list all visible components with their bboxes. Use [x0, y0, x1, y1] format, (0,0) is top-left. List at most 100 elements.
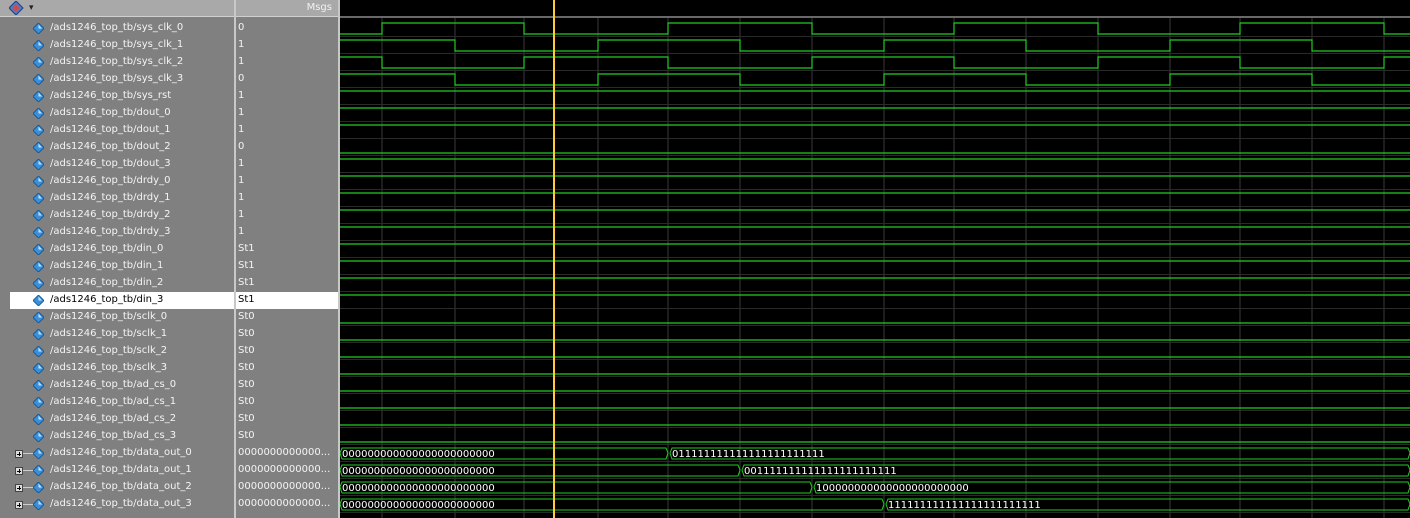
signal-name: /ads1246_top_tb/sclk_3	[50, 362, 168, 373]
wave-menu-icon[interactable]	[9, 1, 24, 15]
signal-row[interactable]: /ads1246_top_tb/drdy_2 1	[0, 207, 338, 224]
signal-row[interactable]: /ads1246_top_tb/din_3 St1	[0, 292, 338, 309]
signal-row[interactable]: /ads1246_top_tb/drdy_3 1	[0, 224, 338, 241]
signal-row[interactable]: /ads1246_top_tb/data_out_3 0000000000000.…	[0, 496, 338, 513]
signal-name: /ads1246_top_tb/dout_0	[50, 107, 171, 118]
clock-waveform	[340, 73, 1410, 86]
signal-value: 0	[238, 73, 245, 84]
signal-value: 1	[238, 158, 245, 169]
signal-diamond-icon	[33, 57, 44, 68]
signal-row[interactable]: /ads1246_top_tb/din_0 St1	[0, 241, 338, 258]
signal-diamond-icon	[33, 125, 44, 136]
signal-diamond-icon	[33, 244, 44, 255]
signal-name: /ads1246_top_tb/sys_clk_0	[50, 22, 184, 33]
signal-name: /ads1246_top_tb/sclk_2	[50, 345, 168, 356]
values-header-title: Msgs	[306, 2, 332, 13]
signal-row[interactable]: /ads1246_top_tb/ad_cs_1 St0	[0, 394, 338, 411]
signal-row[interactable]: /ads1246_top_tb/din_1 St1	[0, 258, 338, 275]
signal-value: St1	[238, 243, 255, 254]
signal-value: St0	[238, 413, 255, 424]
signal-value: St1	[238, 260, 255, 271]
signal-row[interactable]: /ads1246_top_tb/sclk_2 St0	[0, 343, 338, 360]
signal-row[interactable]: /ads1246_top_tb/sys_clk_2 1	[0, 54, 338, 71]
signal-value: St0	[238, 396, 255, 407]
signal-diamond-icon	[33, 193, 44, 204]
chevron-down-icon[interactable]: ▾	[29, 3, 34, 13]
signal-diamond-icon	[33, 23, 44, 34]
signal-row[interactable]: /ads1246_top_tb/sys_rst 1	[0, 88, 338, 105]
signal-row[interactable]: /ads1246_top_tb/data_out_0 0000000000000.…	[0, 445, 338, 462]
signal-row[interactable]: /ads1246_top_tb/dout_2 0	[0, 139, 338, 156]
signal-value: 1	[238, 209, 245, 220]
signal-diamond-icon	[33, 465, 44, 476]
signal-diamond-icon	[33, 40, 44, 51]
signal-value: 1	[238, 175, 245, 186]
bus-value-text: 011111111111111111111111	[672, 449, 825, 460]
signal-diamond-icon	[33, 363, 44, 374]
bus-segment: 111111111111111111111111	[885, 498, 1410, 511]
expand-icon[interactable]	[15, 484, 23, 492]
signal-row[interactable]: /ads1246_top_tb/dout_3 1	[0, 156, 338, 173]
signal-value: St1	[238, 294, 255, 305]
signal-name: /ads1246_top_tb/ad_cs_2	[50, 413, 177, 424]
signal-value: 0000000000000...	[238, 464, 331, 475]
signal-row[interactable]: /ads1246_top_tb/sys_clk_0 0	[0, 20, 338, 37]
signal-value: 1	[238, 192, 245, 203]
expand-icon[interactable]	[15, 450, 23, 458]
bus-segment: 100000000000000000000000	[813, 481, 1410, 494]
signal-diamond-icon	[33, 482, 44, 493]
signal-row[interactable]: /ads1246_top_tb/ad_cs_3 St0	[0, 428, 338, 445]
signal-row[interactable]: /ads1246_top_tb/sys_clk_1 1	[0, 37, 338, 54]
signal-row[interactable]: /ads1246_top_tb/sclk_3 St0	[0, 360, 338, 377]
signal-name: /ads1246_top_tb/dout_3	[50, 158, 171, 169]
signal-row[interactable]: /ads1246_top_tb/ad_cs_0 St0	[0, 377, 338, 394]
signal-row[interactable]: /ads1246_top_tb/drdy_0 1	[0, 173, 338, 190]
signal-diamond-icon	[33, 142, 44, 153]
signal-row[interactable]: /ads1246_top_tb/dout_0 1	[0, 105, 338, 122]
signal-name: /ads1246_top_tb/sclk_1	[50, 328, 168, 339]
signal-diamond-icon	[33, 329, 44, 340]
signal-diamond-icon	[33, 227, 44, 238]
signal-row[interactable]: /ads1246_top_tb/din_2 St1	[0, 275, 338, 292]
signal-row[interactable]: /ads1246_top_tb/sclk_0 St0	[0, 309, 338, 326]
signal-row[interactable]: /ads1246_top_tb/data_out_1 0000000000000.…	[0, 462, 338, 479]
signal-value: 1	[238, 56, 245, 67]
expand-icon[interactable]	[15, 467, 23, 475]
signal-name: /ads1246_top_tb/drdy_1	[50, 192, 171, 203]
clock-waveform	[340, 22, 1410, 35]
bus-value-text: 111111111111111111111111	[888, 500, 1041, 511]
signal-name: /ads1246_top_tb/ad_cs_0	[50, 379, 177, 390]
signal-row[interactable]: /ads1246_top_tb/data_out_2 0000000000000.…	[0, 479, 338, 496]
signal-row[interactable]: /ads1246_top_tb/ad_cs_2 St0	[0, 411, 338, 428]
signal-diamond-icon	[33, 295, 44, 306]
signal-row[interactable]: /ads1246_top_tb/sclk_1 St0	[0, 326, 338, 343]
waveform-pane[interactable]: 000000000000000000000000 0111111111111111…	[340, 0, 1410, 518]
waveform-canvas[interactable]: 000000000000000000000000 0111111111111111…	[340, 0, 1410, 518]
signal-name: /ads1246_top_tb/ad_cs_1	[50, 396, 177, 407]
signal-name: /ads1246_top_tb/dout_1	[50, 124, 171, 135]
expand-icon[interactable]	[15, 501, 23, 509]
signal-diamond-icon	[33, 380, 44, 391]
signal-name: /ads1246_top_tb/dout_2	[50, 141, 171, 152]
signal-diamond-icon	[33, 431, 44, 442]
signal-value: St0	[238, 379, 255, 390]
signal-name: /ads1246_top_tb/sys_clk_3	[50, 73, 184, 84]
signal-diamond-icon	[33, 278, 44, 289]
signal-name: /ads1246_top_tb/din_2	[50, 277, 164, 288]
signal-name: /ads1246_top_tb/ad_cs_3	[50, 430, 177, 441]
signal-name: /ads1246_top_tb/data_out_3	[50, 498, 192, 509]
clock-waveform	[340, 39, 1410, 52]
bus-value-text: 000000000000000000000000	[342, 483, 495, 494]
bus-segment: 000000000000000000000000	[340, 464, 741, 477]
signal-value: St1	[238, 277, 255, 288]
signal-diamond-icon	[33, 176, 44, 187]
signal-name: /ads1246_top_tb/din_3	[50, 294, 164, 305]
bus-segment: 011111111111111111111111	[669, 447, 1410, 460]
signal-row[interactable]: /ads1246_top_tb/drdy_1 1	[0, 190, 338, 207]
signal-row[interactable]: /ads1246_top_tb/dout_1 1	[0, 122, 338, 139]
signal-name: /ads1246_top_tb/sys_clk_2	[50, 56, 184, 67]
tree-connector	[23, 470, 33, 471]
signal-row[interactable]: /ads1246_top_tb/sys_clk_3 0	[0, 71, 338, 88]
signal-diamond-icon	[33, 448, 44, 459]
signal-value: 1	[238, 107, 245, 118]
